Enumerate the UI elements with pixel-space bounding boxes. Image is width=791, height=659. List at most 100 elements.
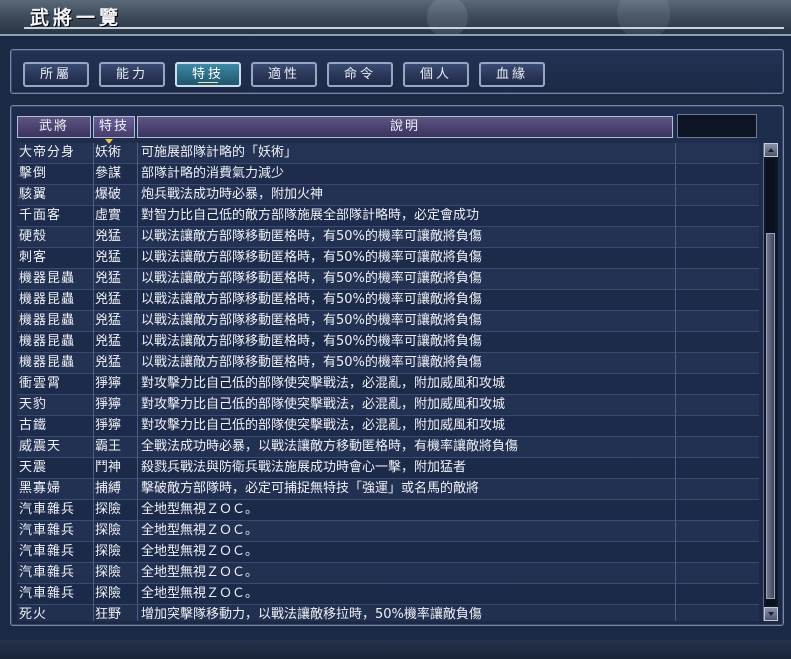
column-header-skill[interactable]: 特技 (93, 116, 135, 144)
officer-name-cell: 威震天 (19, 439, 62, 454)
description-cell: 對攻擊力比自己低的部隊使突擊戰法，必混亂，附加威風和攻城 (141, 376, 506, 391)
table-row[interactable]: 古鐵 猙獰 對攻擊力比自己低的部隊使突擊戰法，必混亂，附加威風和攻城 (17, 416, 759, 437)
tab-affiliation[interactable]: 所屬 (23, 62, 89, 87)
description-cell: 部隊計略的消費氣力減少 (141, 166, 285, 181)
tab-skill[interactable]: 特技 (175, 62, 241, 87)
skill-cell: 猙獰 (95, 397, 122, 412)
table-row[interactable]: 硬殼 兇猛 以戰法讓敵方部隊移動匿格時，有50%的機率可讓敵將負傷 (17, 227, 759, 248)
skill-cell: 兇猛 (95, 250, 122, 265)
officer-name-cell: 天豹 (19, 397, 48, 412)
officer-name-cell: 汽車雜兵 (19, 586, 76, 601)
description-cell: 全地型無視ＺＯＣ。 (141, 586, 259, 601)
table-row[interactable]: 機器昆蟲 兇猛 以戰法讓敵方部隊移動匿格時，有50%的機率可讓敵將負傷 (17, 353, 759, 374)
table-row[interactable]: 機器昆蟲 兇猛 以戰法讓敵方部隊移動匿格時，有50%的機率可讓敵將負傷 (17, 311, 759, 332)
skill-cell: 兇猛 (95, 313, 122, 328)
skill-cell: 爆破 (95, 187, 122, 202)
skill-cell: 猙獰 (95, 376, 122, 391)
skill-cell: 虛實 (95, 208, 122, 223)
description-cell: 增加突擊隊移動力，以戰法讓敵移拉時，50%機率讓敵負傷 (141, 607, 482, 621)
officer-name-cell: 千面客 (19, 208, 62, 223)
description-cell: 全地型無視ＺＯＣ。 (141, 544, 259, 559)
table-row[interactable]: 汽車雜兵 探險 全地型無視ＺＯＣ。 (17, 584, 759, 605)
table-row[interactable]: 機器昆蟲 兇猛 以戰法讓敵方部隊移動匿格時，有50%的機率可讓敵將負傷 (17, 290, 759, 311)
table-row[interactable]: 擊倒 參謀 部隊計略的消費氣力減少 (17, 164, 759, 185)
officer-name-cell: 死火 (19, 607, 48, 621)
table-row[interactable]: 天震 鬥神 殺戮兵戰法與防衛兵戰法施展成功時會心一擊，附加猛者 (17, 458, 759, 479)
description-cell: 以戰法讓敵方部隊移動匿格時，有50%的機率可讓敵將負傷 (141, 229, 482, 244)
table-row[interactable]: 天豹 猙獰 對攻擊力比自己低的部隊使突擊戰法，必混亂，附加威風和攻城 (17, 395, 759, 416)
skill-cell: 兇猛 (95, 334, 122, 349)
column-divider (675, 143, 676, 621)
tab-command[interactable]: 命令 (327, 62, 393, 87)
officer-name-cell: 汽車雜兵 (19, 544, 76, 559)
skill-cell: 鬥神 (95, 460, 122, 475)
table-row[interactable]: 汽車雜兵 探險 全地型無視ＺＯＣ。 (17, 542, 759, 563)
description-cell: 全戰法成功時必暴，以戰法讓敵方移動匿格時，有機率讓敵將負傷 (141, 439, 519, 454)
tab-aptitude[interactable]: 適性 (251, 62, 317, 87)
description-cell: 對攻擊力比自己低的部隊使突擊戰法，必混亂，附加威風和攻城 (141, 418, 506, 433)
description-cell: 以戰法讓敵方部隊移動匿格時，有50%的機率可讓敵將負傷 (141, 292, 482, 307)
table-row[interactable]: 死火 狂野 增加突擊隊移動力，以戰法讓敵移拉時，50%機率讓敵負傷 (17, 605, 759, 621)
table-row[interactable]: 千面客 虛實 對智力比自己低的敵方部隊施展全部隊計略時，必定會成功 (17, 206, 759, 227)
scroll-up-button[interactable] (764, 143, 778, 157)
description-cell: 對智力比自己低的敵方部隊施展全部隊計略時，必定會成功 (141, 208, 480, 223)
skill-cell: 捕縛 (95, 481, 122, 496)
skill-cell: 兇猛 (95, 292, 122, 307)
skill-cell: 參謀 (95, 166, 122, 181)
description-cell: 全地型無視ＺＯＣ。 (141, 523, 259, 538)
table-body: 大帝分身 妖術 可施展部隊計略的「妖術」 擊倒 參謀 部隊計略的消費氣力減少 駭翼 爆破 炮兵戰… (17, 143, 759, 621)
tab-personal[interactable]: 個人 (403, 62, 469, 87)
table-row[interactable]: 汽車雜兵 探險 全地型無視ＺＯＣ。 (17, 500, 759, 521)
skill-cell: 探險 (95, 565, 122, 580)
officer-name-cell: 古鐵 (19, 418, 48, 433)
scroll-down-button[interactable] (764, 607, 778, 621)
column-header-officer[interactable]: 武將 (17, 116, 91, 138)
table-row[interactable]: 衝雲霄 猙獰 對攻擊力比自己低的部隊使突擊戰法，必混亂，附加威風和攻城 (17, 374, 759, 395)
header-blank-cell (677, 114, 757, 138)
skill-cell: 霸王 (95, 439, 122, 454)
table-row[interactable]: 威震天 霸王 全戰法成功時必暴，以戰法讓敵方移動匿格時，有機率讓敵將負傷 (17, 437, 759, 458)
officer-name-cell: 擊倒 (19, 166, 48, 181)
table-row[interactable]: 機器昆蟲 兇猛 以戰法讓敵方部隊移動匿格時，有50%的機率可讓敵將負傷 (17, 269, 759, 290)
officer-name-cell: 硬殼 (19, 229, 48, 244)
skill-cell: 探險 (95, 523, 122, 538)
description-cell: 以戰法讓敵方部隊移動匿格時，有50%的機率可讓敵將負傷 (141, 355, 482, 370)
scrollbar-thumb[interactable] (766, 233, 775, 599)
skill-cell: 妖術 (95, 145, 122, 160)
officer-name-cell: 衝雲霄 (19, 376, 62, 391)
description-cell: 可施展部隊計略的「妖術」 (141, 145, 298, 160)
description-cell: 炮兵戰法成功時必暴，附加火神 (141, 187, 324, 202)
tab-bloodline[interactable]: 血緣 (479, 62, 545, 87)
table-row[interactable]: 汽車雜兵 探險 全地型無視ＺＯＣ。 (17, 563, 759, 584)
officer-name-cell: 駭翼 (19, 187, 48, 202)
officer-name-cell: 機器昆蟲 (19, 355, 76, 370)
title-bar: 武將一覽 (0, 0, 791, 36)
column-divider (93, 143, 94, 621)
officer-name-cell: 天震 (19, 460, 48, 475)
skill-cell: 猙獰 (95, 418, 122, 433)
skill-cell: 兇猛 (95, 229, 122, 244)
officer-name-cell: 汽車雜兵 (19, 565, 76, 580)
table-row[interactable]: 黑寡婦 捕縛 擊破敵方部隊時，必定可捕捉無特技「強運」或名馬的敵將 (17, 479, 759, 500)
officer-name-cell: 機器昆蟲 (19, 334, 76, 349)
skill-cell: 狂野 (95, 607, 122, 621)
table-row[interactable]: 大帝分身 妖術 可施展部隊計略的「妖術」 (17, 143, 759, 164)
column-header-skill-label: 特技 (98, 119, 129, 134)
table-row[interactable]: 機器昆蟲 兇猛 以戰法讓敵方部隊移動匿格時，有50%的機率可讓敵將負傷 (17, 332, 759, 353)
description-cell: 殺戮兵戰法與防衛兵戰法施展成功時會心一擊，附加猛者 (141, 460, 467, 475)
table-row[interactable]: 刺客 兇猛 以戰法讓敵方部隊移動匿格時，有50%的機率可讓敵將負傷 (17, 248, 759, 269)
vertical-scrollbar[interactable] (763, 143, 778, 621)
description-cell: 擊破敵方部隊時，必定可捕捉無特技「強運」或名馬的敵將 (141, 481, 480, 496)
tab-ability[interactable]: 能力 (99, 62, 165, 87)
table-row[interactable]: 駭翼 爆破 炮兵戰法成功時必暴，附加火神 (17, 185, 759, 206)
skill-cell: 探險 (95, 502, 122, 517)
bottom-frame (0, 640, 791, 659)
description-cell: 全地型無視ＺＯＣ。 (141, 565, 259, 580)
skill-cell: 探險 (95, 544, 122, 559)
table-row[interactable]: 汽車雜兵 探險 全地型無視ＺＯＣ。 (17, 521, 759, 542)
description-cell: 以戰法讓敵方部隊移動匿格時，有50%的機率可讓敵將負傷 (141, 250, 482, 265)
officer-name-cell: 刺客 (19, 250, 48, 265)
officer-name-cell: 汽車雜兵 (19, 502, 76, 517)
column-header-description[interactable]: 說明 (137, 116, 673, 138)
officer-table: 武將 特技 說明 大帝分身 妖術 可施展部隊計略的「妖術」 擊倒 參謀 部隊計略的消費氣力… (10, 105, 784, 626)
